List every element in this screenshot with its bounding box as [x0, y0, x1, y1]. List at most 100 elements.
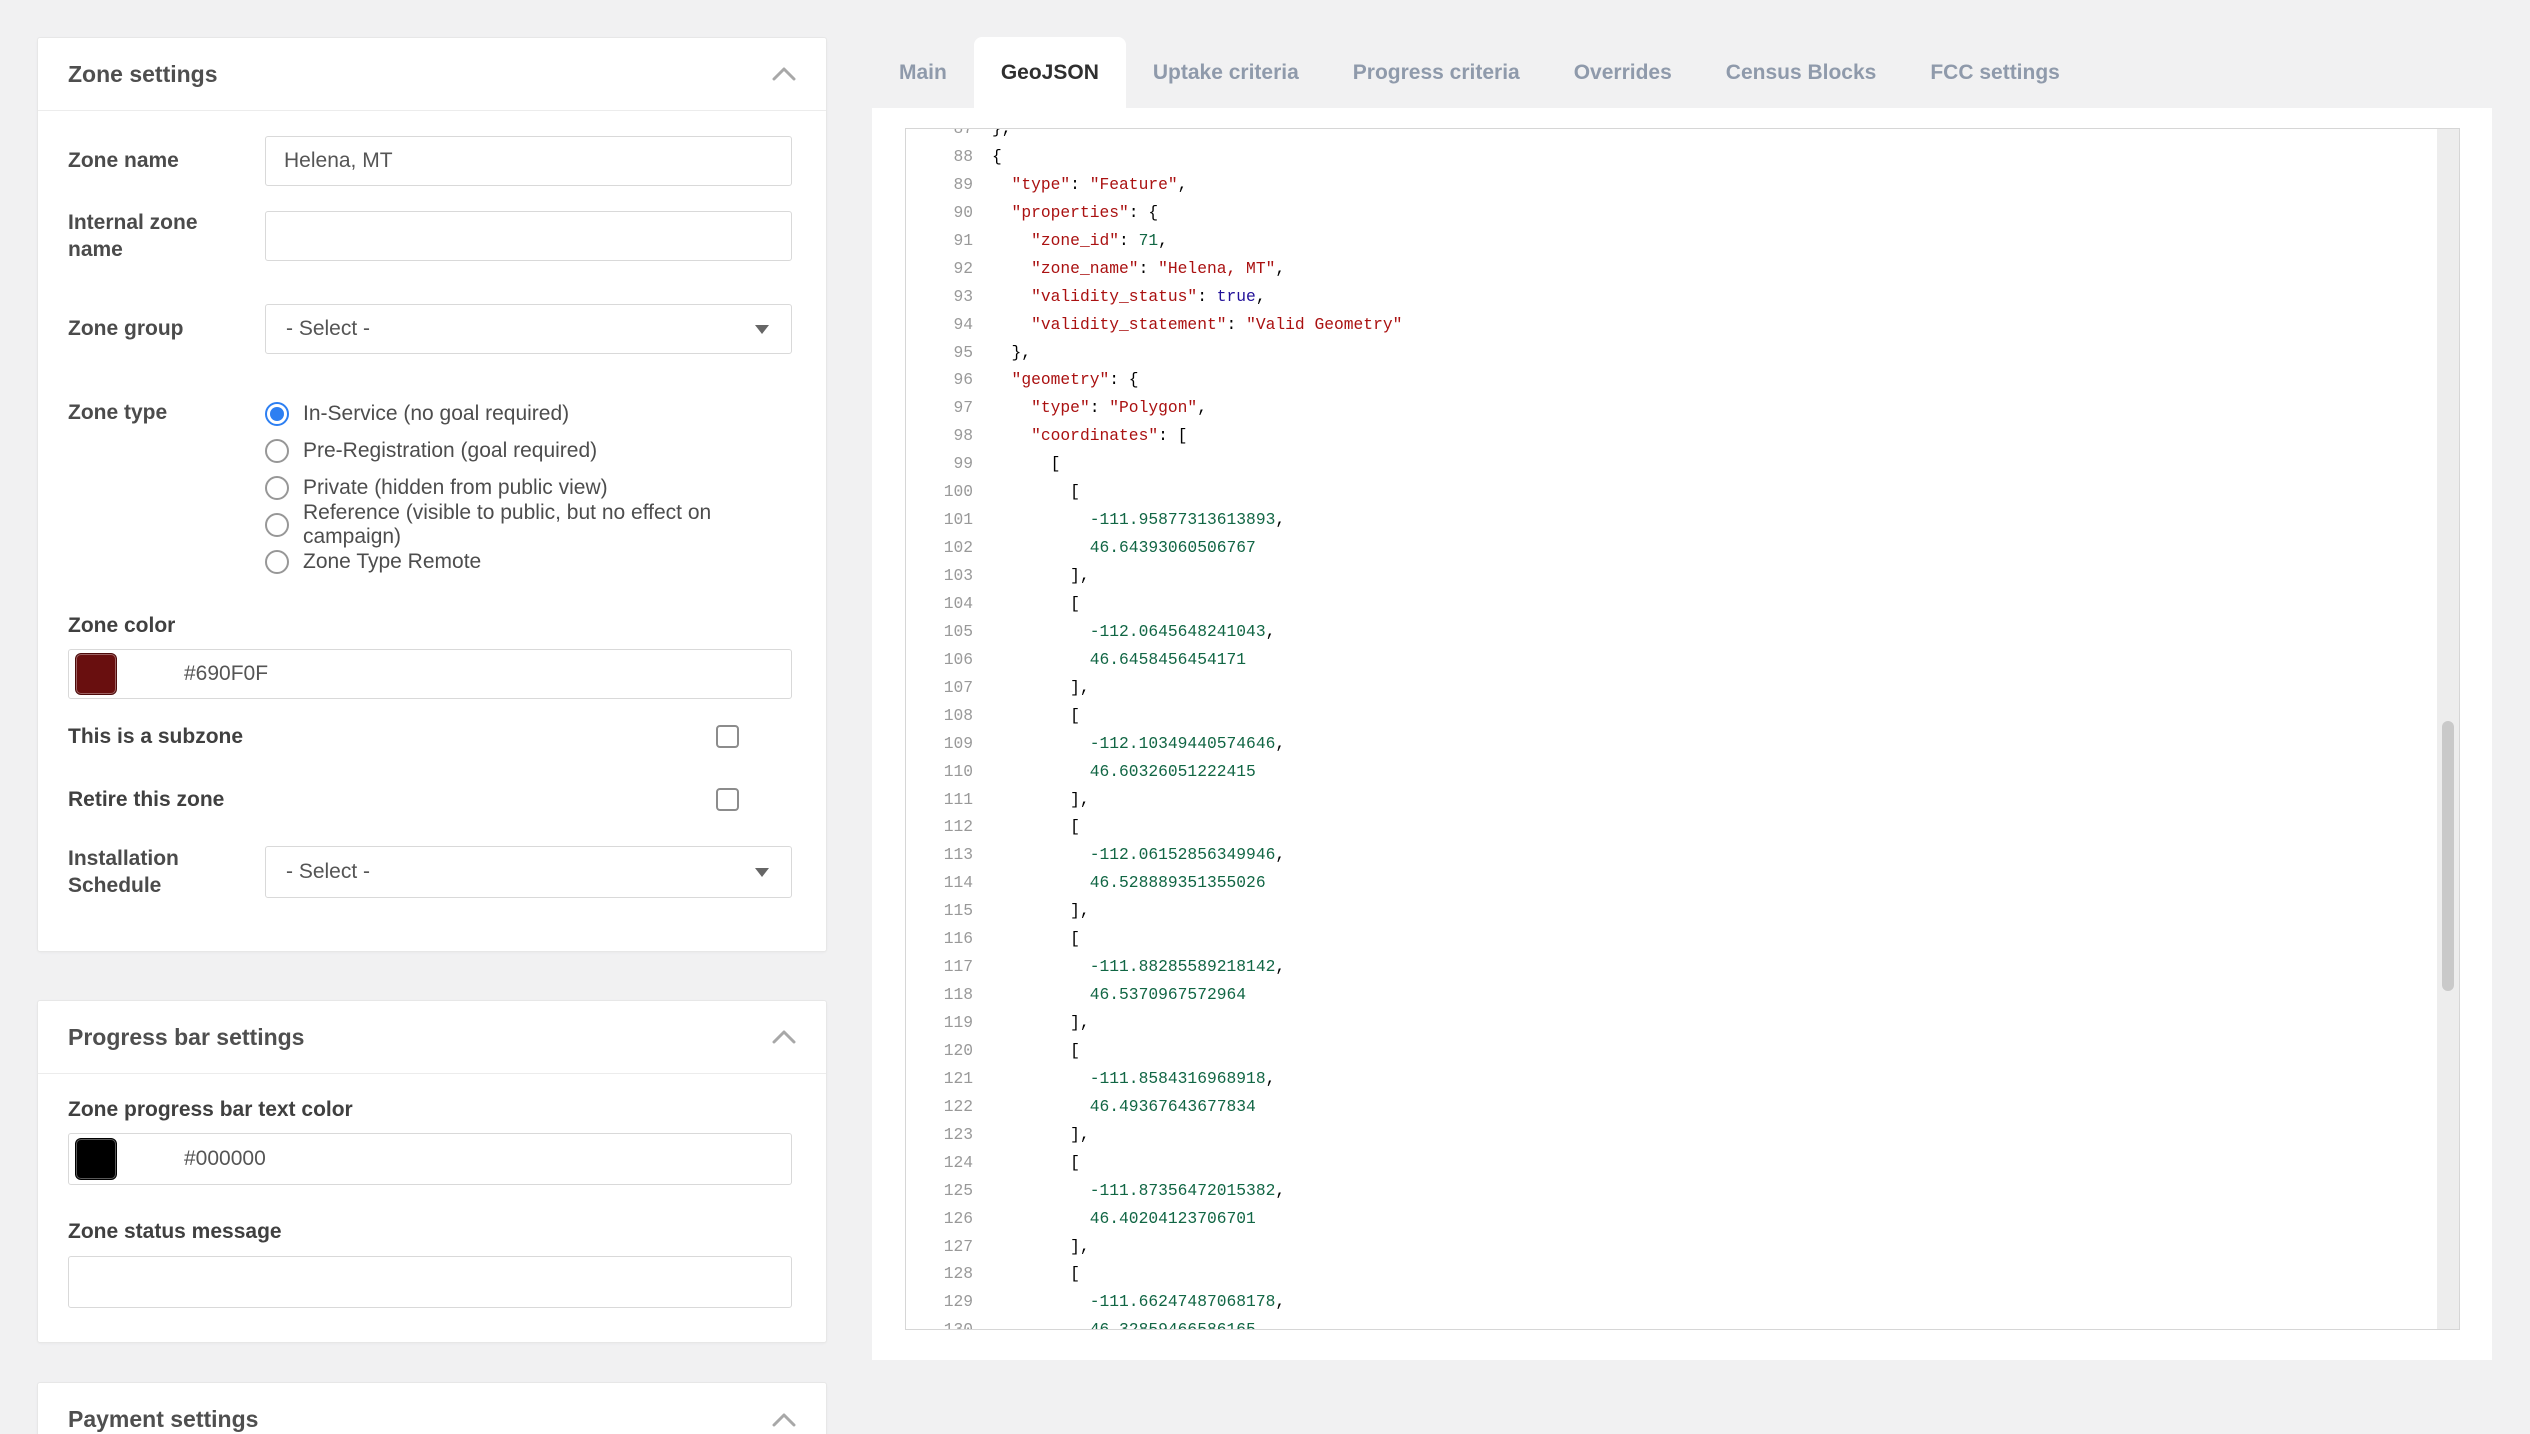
line-text: "type": "Feature", [987, 171, 1187, 199]
code-line[interactable]: 101 -111.95877313613893, [906, 506, 2437, 534]
code-line[interactable]: 118 46.5370967572964 [906, 981, 2437, 1009]
code-line[interactable]: 112 [ [906, 813, 2437, 841]
line-number: 119 [906, 1009, 987, 1037]
tab-overrides[interactable]: Overrides [1547, 37, 1699, 108]
subzone-checkbox[interactable] [716, 725, 739, 748]
line-number: 105 [906, 618, 987, 646]
code-line[interactable]: 111 ], [906, 786, 2437, 814]
zone-color-input[interactable]: #690F0F [68, 649, 792, 699]
code-line[interactable]: 95 }, [906, 339, 2437, 367]
tab-progress-criteria[interactable]: Progress criteria [1326, 37, 1547, 108]
code-line[interactable]: 93 "validity_status": true, [906, 283, 2437, 311]
tab-census-blocks[interactable]: Census Blocks [1699, 37, 1904, 108]
code-line[interactable]: 92 "zone_name": "Helena, MT", [906, 255, 2437, 283]
code-line[interactable]: 106 46.6458456454171 [906, 646, 2437, 674]
zone-status-message-input[interactable] [68, 1256, 792, 1308]
tab-geojson[interactable]: GeoJSON [974, 37, 1126, 108]
code-line[interactable]: 110 46.60326051222415 [906, 758, 2437, 786]
code-line[interactable]: 90 "properties": { [906, 199, 2437, 227]
code-line[interactable]: 96 "geometry": { [906, 366, 2437, 394]
code-line[interactable]: 100 [ [906, 478, 2437, 506]
tab-uptake-criteria[interactable]: Uptake criteria [1126, 37, 1326, 108]
code-line[interactable]: 103 ], [906, 562, 2437, 590]
radio-icon[interactable] [265, 439, 289, 463]
code-line[interactable]: 91 "zone_id": 71, [906, 227, 2437, 255]
code-line[interactable]: 113 -112.06152856349946, [906, 841, 2437, 869]
code-line[interactable]: 116 [ [906, 925, 2437, 953]
code-line[interactable]: 105 -112.0645648241043, [906, 618, 2437, 646]
code-line[interactable]: 89 "type": "Feature", [906, 171, 2437, 199]
line-number: 109 [906, 730, 987, 758]
radio-icon[interactable] [265, 513, 289, 537]
code-line[interactable]: 120 [ [906, 1037, 2437, 1065]
code-line[interactable]: 117 -111.88285589218142, [906, 953, 2437, 981]
zone-status-message-label: Zone status message [68, 1218, 792, 1245]
line-number: 126 [906, 1205, 987, 1233]
chevron-down-icon [755, 868, 769, 877]
code-line[interactable]: 99 [ [906, 450, 2437, 478]
code-line[interactable]: 98 "coordinates": [ [906, 422, 2437, 450]
code-line[interactable]: 126 46.40204123706701 [906, 1205, 2437, 1233]
retire-zone-checkbox[interactable] [716, 788, 739, 811]
collapse-chevron-up-icon[interactable] [772, 67, 796, 81]
line-text: 46.49367643677834 [987, 1093, 1256, 1121]
code-line[interactable]: 115 ], [906, 897, 2437, 925]
internal-zone-name-input[interactable] [265, 211, 792, 261]
code-line[interactable]: 123 ], [906, 1121, 2437, 1149]
zone-type-option-3[interactable]: Reference (visible to public, but no eff… [265, 510, 792, 540]
code-line[interactable]: 128 [ [906, 1260, 2437, 1288]
installation-schedule-select[interactable]: - Select - [265, 846, 792, 898]
code-line[interactable]: 127 ], [906, 1233, 2437, 1261]
code-line[interactable]: 107 ], [906, 674, 2437, 702]
code-line[interactable]: 119 ], [906, 1009, 2437, 1037]
collapse-chevron-up-icon[interactable] [772, 1030, 796, 1044]
line-text: [ [987, 1037, 1080, 1065]
code-line[interactable]: 102 46.64393060506767 [906, 534, 2437, 562]
code-line[interactable]: 125 -111.87356472015382, [906, 1177, 2437, 1205]
code-line[interactable]: 129 -111.66247487068178, [906, 1288, 2437, 1316]
zone-type-option-0[interactable]: In-Service (no goal required) [265, 399, 792, 429]
tab-main[interactable]: Main [872, 37, 974, 108]
editor-scrollbar-thumb[interactable] [2442, 721, 2454, 991]
line-number: 108 [906, 702, 987, 730]
line-text: ], [987, 674, 1090, 702]
line-number: 123 [906, 1121, 987, 1149]
progress-text-color-input[interactable]: #000000 [68, 1133, 792, 1185]
radio-icon[interactable] [265, 476, 289, 500]
line-text: 46.60326051222415 [987, 758, 1256, 786]
progress-text-color-swatch[interactable] [75, 1138, 117, 1180]
code-line[interactable]: 104 [ [906, 590, 2437, 618]
code-line[interactable]: 94 "validity_statement": "Valid Geometry… [906, 311, 2437, 339]
zone-name-input[interactable] [265, 136, 792, 186]
code-line[interactable]: 109 -112.10349440574646, [906, 730, 2437, 758]
radio-selected-icon[interactable] [265, 402, 289, 426]
tab-fcc-settings[interactable]: FCC settings [1903, 37, 2087, 108]
code-line[interactable]: 121 -111.8584316968918, [906, 1065, 2437, 1093]
code-line[interactable]: 130 46.32859466586165 [906, 1316, 2437, 1330]
collapse-chevron-up-icon[interactable] [772, 1413, 796, 1427]
line-number: 112 [906, 813, 987, 841]
editor-scrollbar-track[interactable] [2437, 129, 2459, 1329]
zone-group-select[interactable]: - Select - [265, 304, 792, 354]
code-line[interactable]: 124 [ [906, 1149, 2437, 1177]
zone-type-option-2[interactable]: Private (hidden from public view) [265, 473, 792, 503]
code-line[interactable]: 114 46.528889351355026 [906, 869, 2437, 897]
line-text: [ [987, 590, 1080, 618]
geojson-code-editor[interactable]: 87},88{89 "type": "Feature",90 "properti… [905, 128, 2460, 1330]
code-line[interactable]: 97 "type": "Polygon", [906, 394, 2437, 422]
zone-type-option-4[interactable]: Zone Type Remote [265, 547, 792, 577]
code-line[interactable]: 108 [ [906, 702, 2437, 730]
line-text: ], [987, 1121, 1090, 1149]
zone-type-option-1[interactable]: Pre-Registration (goal required) [265, 436, 792, 466]
code-line[interactable]: 122 46.49367643677834 [906, 1093, 2437, 1121]
zone-color-swatch[interactable] [75, 653, 117, 695]
line-text: 46.32859466586165 [987, 1316, 1256, 1330]
code-lines[interactable]: 87},88{89 "type": "Feature",90 "properti… [906, 128, 2437, 1330]
line-text: "properties": { [987, 199, 1158, 227]
code-line[interactable]: 87}, [906, 128, 2437, 143]
line-text: -112.10349440574646, [987, 730, 1285, 758]
code-line[interactable]: 88{ [906, 143, 2437, 171]
geojson-panel: 87},88{89 "type": "Feature",90 "properti… [872, 108, 2492, 1360]
radio-icon[interactable] [265, 550, 289, 574]
line-text: [ [987, 702, 1080, 730]
